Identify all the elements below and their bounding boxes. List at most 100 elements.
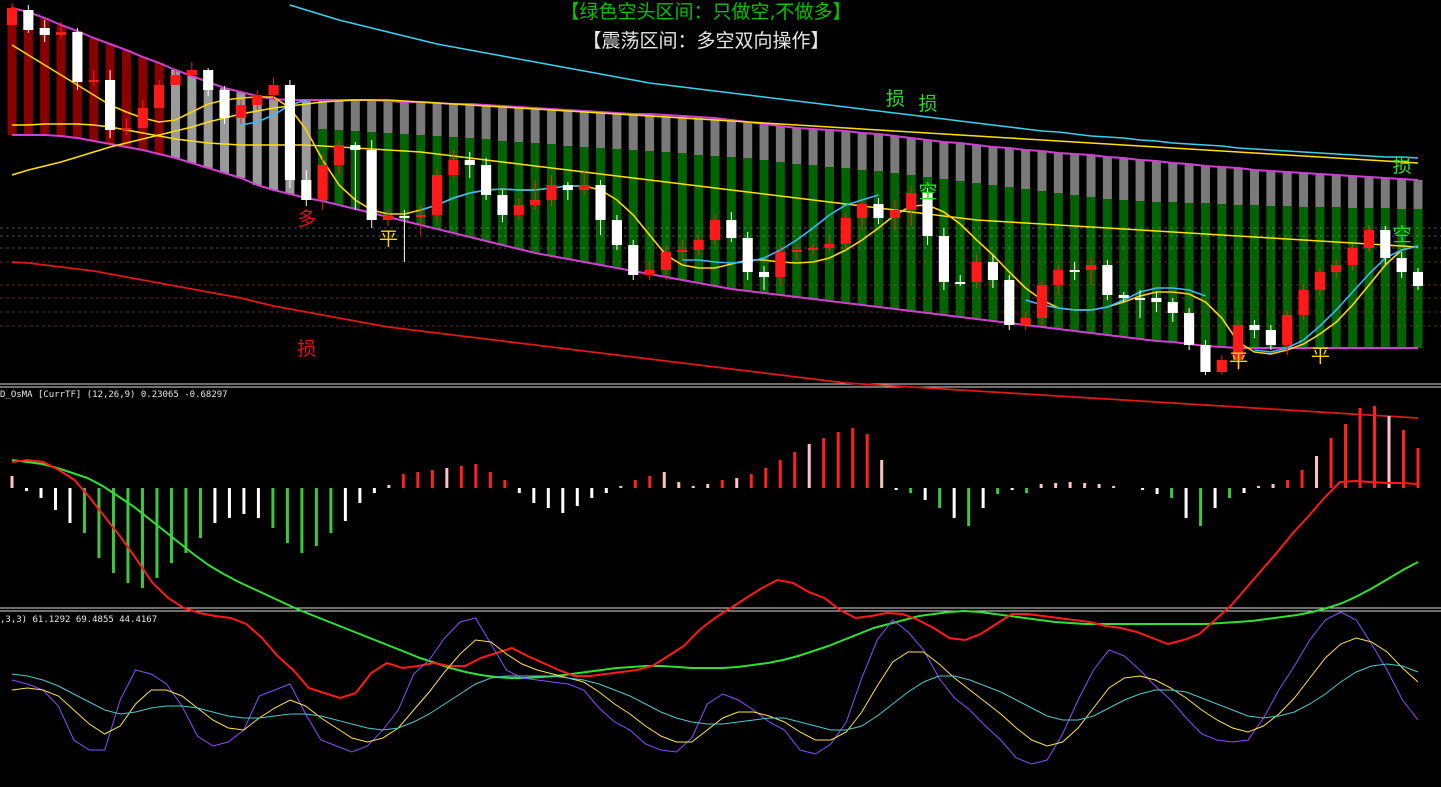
- band-column-upper: [710, 118, 720, 156]
- signal-marker: 损: [297, 338, 316, 360]
- band-column-lower: [612, 149, 622, 268]
- candle-body: [1412, 272, 1424, 286]
- band-column-lower: [1217, 204, 1227, 347]
- candle-body: [399, 216, 410, 218]
- band-column-lower: [955, 181, 965, 317]
- band-column-upper: [318, 100, 328, 129]
- band-column-upper: [1380, 178, 1390, 208]
- band-column-upper: [1021, 150, 1031, 189]
- macd-indicator-label: D_OsMA [CurrTF] (12,26,9) 0.23065 -0.682…: [0, 390, 228, 400]
- band-column-upper: [1266, 171, 1276, 206]
- candle-body: [1069, 270, 1080, 272]
- candle-body: [742, 238, 753, 272]
- band-column: [56, 25, 66, 136]
- candle-body: [23, 10, 34, 30]
- band-column-upper: [563, 110, 573, 146]
- candle-body: [448, 160, 459, 175]
- candle-body: [6, 8, 18, 25]
- band-column-upper: [972, 145, 982, 183]
- candle-body: [1331, 265, 1342, 272]
- candle-body: [39, 28, 50, 35]
- candle-body: [284, 85, 295, 180]
- macd-signal-line: [11, 459, 1419, 679]
- band-column-upper: [383, 101, 393, 133]
- candle-body: [382, 216, 394, 220]
- candle-body: [824, 244, 835, 248]
- candle-body: [1135, 298, 1146, 300]
- candle-body: [55, 32, 67, 35]
- band-column-lower: [1151, 202, 1161, 341]
- candle-body: [1298, 290, 1309, 315]
- band-column-upper: [694, 117, 704, 155]
- band-column-upper: [1004, 148, 1014, 187]
- kdj-line-0: [11, 611, 1419, 765]
- candle-body: [709, 220, 721, 240]
- band-column-upper: [1135, 160, 1145, 201]
- candle-body: [1396, 258, 1407, 272]
- candle-body: [840, 218, 851, 244]
- band-column-upper: [923, 140, 933, 177]
- candle-body: [530, 200, 541, 205]
- band-column-upper: [1331, 175, 1341, 207]
- candle-body: [105, 80, 116, 130]
- candle-body: [432, 175, 443, 215]
- band-column-lower: [1021, 189, 1031, 325]
- kdj-line-2: [11, 663, 1419, 731]
- band-column-upper: [906, 138, 916, 175]
- band-column-upper: [939, 142, 949, 179]
- band-column-upper: [448, 104, 458, 137]
- band-column-upper: [399, 102, 409, 134]
- band-column-upper: [661, 115, 671, 152]
- signal-marker: 损: [919, 93, 938, 115]
- band-column-upper: [1413, 180, 1423, 209]
- candle-body: [775, 252, 786, 277]
- signal-marker: 多: [297, 208, 316, 230]
- band-column-upper: [547, 109, 557, 144]
- band-column-upper: [955, 143, 965, 181]
- band-column-lower: [677, 153, 687, 280]
- band-column-upper: [481, 105, 491, 139]
- candle-body: [350, 145, 361, 150]
- signal-marker: 损: [1393, 155, 1412, 177]
- band-column-upper: [579, 111, 589, 147]
- band-column-upper: [1037, 151, 1047, 191]
- header-line-1: 【绿色空头区间：只做空,不做多】: [560, 1, 851, 23]
- signal-marker: 平: [1229, 350, 1248, 372]
- candle-body: [154, 85, 165, 108]
- band-column-upper: [1102, 157, 1112, 199]
- band-column-lower: [563, 146, 573, 259]
- candle-body: [1347, 248, 1358, 265]
- candle-body: [562, 185, 573, 190]
- band-column-lower: [824, 167, 834, 301]
- signal-marker: 平: [379, 228, 398, 250]
- band-column-lower: [792, 164, 802, 297]
- candle-body: [1282, 315, 1293, 345]
- candle-body: [1151, 298, 1162, 302]
- band-column-lower: [1348, 208, 1358, 348]
- candle-body: [1102, 265, 1113, 295]
- band-column-upper: [1364, 177, 1374, 208]
- band-column-upper: [873, 134, 883, 171]
- signal-marker: 损: [886, 88, 905, 110]
- candle-body: [1265, 330, 1276, 345]
- candle-body: [595, 185, 606, 220]
- candle-body: [808, 248, 819, 250]
- band-column-upper: [350, 100, 360, 131]
- candle-body: [1216, 360, 1227, 372]
- candle-body: [1314, 272, 1325, 290]
- candle-body: [644, 270, 655, 275]
- band-column-lower: [890, 173, 900, 309]
- candle-body: [579, 185, 590, 190]
- band-column-upper: [596, 112, 606, 148]
- band-column-lower: [694, 155, 704, 283]
- candle-body: [513, 205, 524, 215]
- candle-body: [333, 145, 345, 165]
- band-column-upper: [1086, 155, 1096, 197]
- band-column-upper: [808, 129, 818, 165]
- candle-body: [971, 262, 982, 282]
- band-column-upper: [1397, 179, 1407, 209]
- band-column-upper: [677, 116, 687, 153]
- macd-main-line: [11, 458, 1419, 700]
- kdj-line-1: [11, 637, 1419, 747]
- signal-marker: 平: [1311, 345, 1330, 367]
